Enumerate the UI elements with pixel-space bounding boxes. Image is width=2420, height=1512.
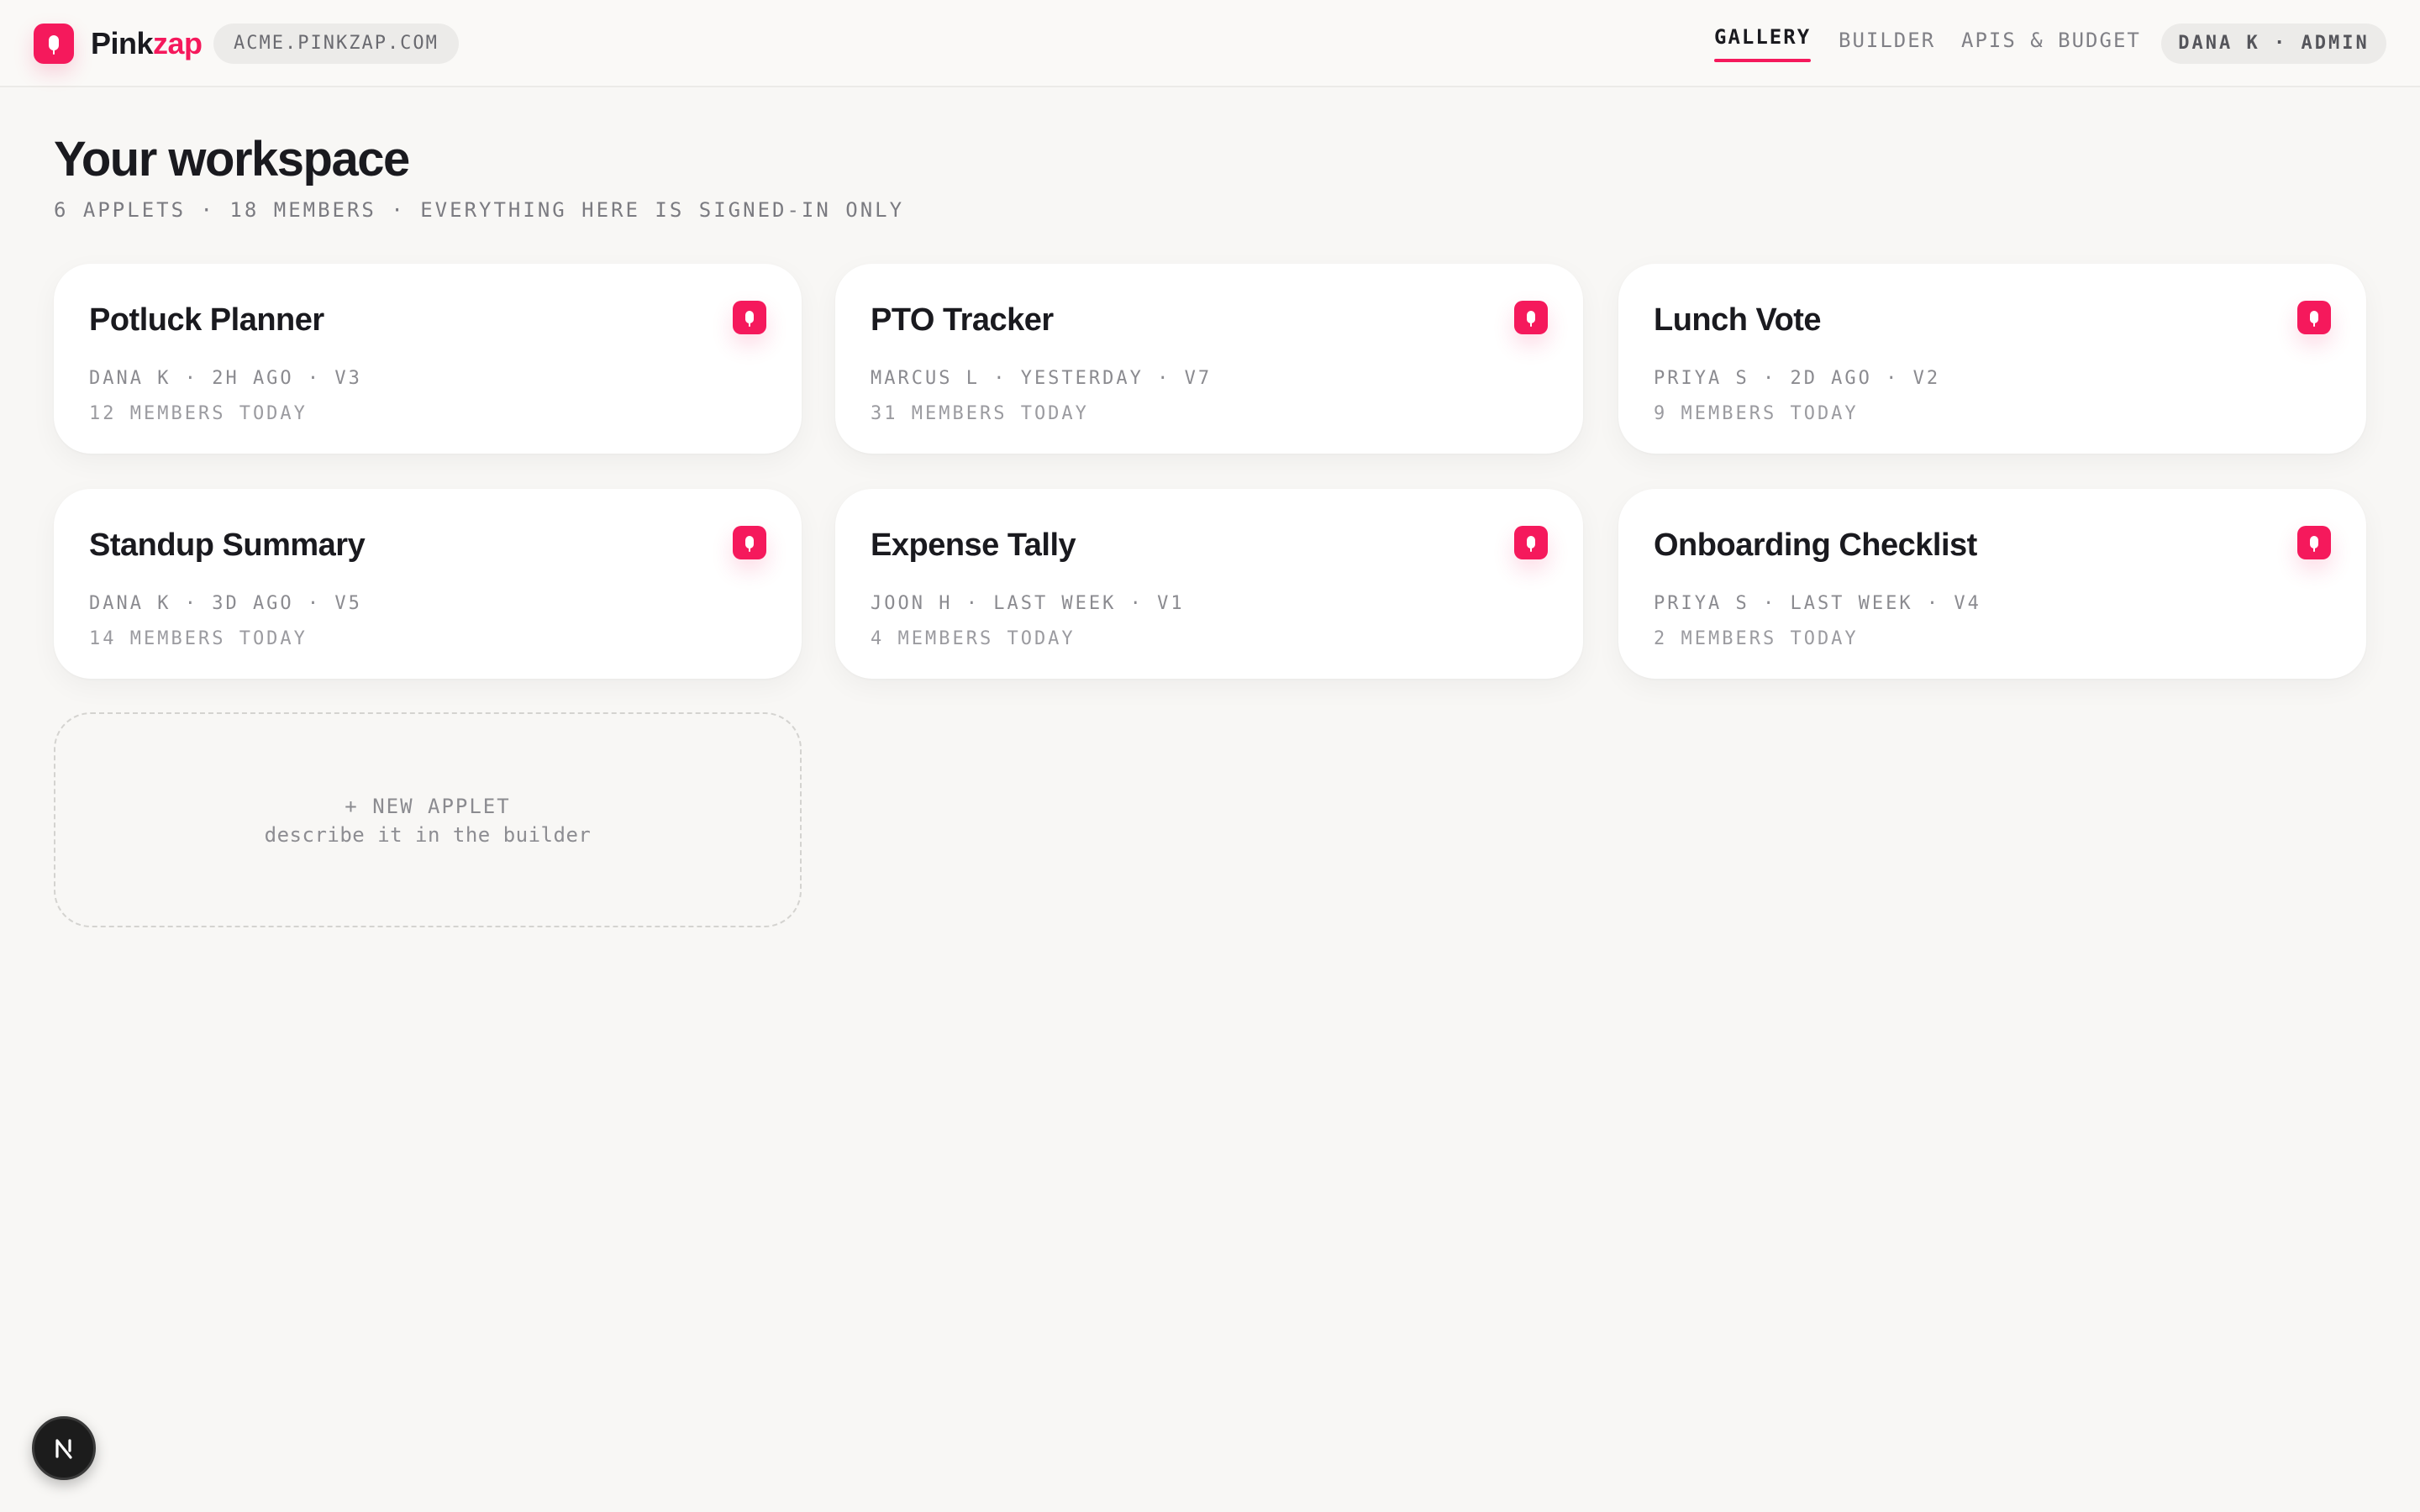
applet-card[interactable]: PTO Tracker MARCUS L · YESTERDAY · V7 31… (835, 264, 1583, 454)
workspace-domain-badge: ACME.PINKZAP.COM (213, 24, 459, 64)
new-applet-button[interactable]: + NEW APPLET describe it in the builder (54, 712, 802, 927)
applet-meta: MARCUS L · YESTERDAY · V7 (871, 368, 1213, 389)
brand-name-part1: Pink (91, 26, 154, 60)
page-title: Your workspace (54, 132, 410, 186)
applet-title: Onboarding Checklist (1654, 528, 1977, 563)
user-menu-badge[interactable]: DANA K · ADMIN (2161, 24, 2386, 64)
applet-icon (2297, 301, 2331, 334)
nav-tab-builder[interactable]: BUILDER (1839, 29, 1935, 66)
applet-card[interactable]: Potluck Planner DANA K · 2H AGO · V3 12 … (54, 264, 802, 454)
brand-name: Pinkzap (91, 26, 203, 61)
applet-title: Potluck Planner (89, 302, 324, 338)
applet-icon (733, 301, 766, 334)
applet-members: 31 MEMBERS TODAY (871, 403, 1089, 424)
top-bar: Pinkzap ACME.PINKZAP.COM GALLERY BUILDER… (0, 0, 2420, 87)
applet-card[interactable]: Expense Tally JOON H · LAST WEEK · V1 4 … (835, 489, 1583, 679)
next-logo-glyph (55, 1439, 72, 1459)
applet-members: 12 MEMBERS TODAY (89, 403, 308, 424)
applet-title: Lunch Vote (1654, 302, 1822, 338)
applet-members: 14 MEMBERS TODAY (89, 628, 308, 649)
applet-members: 9 MEMBERS TODAY (1654, 403, 1859, 424)
applet-meta: DANA K · 2H AGO · V3 (89, 368, 362, 389)
applet-icon (1514, 526, 1548, 559)
applet-card[interactable]: Onboarding Checklist PRIYA S · LAST WEEK… (1618, 489, 2366, 679)
page-subtitle: 6 APPLETS · 18 MEMBERS · EVERYTHING HERE… (54, 198, 905, 222)
applet-members: 2 MEMBERS TODAY (1654, 628, 1859, 649)
applet-title: Standup Summary (89, 528, 366, 563)
applet-icon (733, 526, 766, 559)
new-applet-label: + NEW APPLET (345, 795, 511, 818)
brand-logo[interactable]: Pinkzap (34, 22, 203, 66)
applet-title: Expense Tally (871, 528, 1076, 563)
nav-tab-gallery[interactable]: GALLERY (1714, 25, 1812, 62)
brand-name-part2: zap (153, 26, 203, 60)
nav-tab-gallery-label: GALLERY (1714, 25, 1812, 49)
new-applet-hint: describe it in the builder (264, 823, 592, 847)
applet-icon (1514, 301, 1548, 334)
applet-meta: JOON H · LAST WEEK · V1 (871, 593, 1185, 614)
pinkzap-logo-icon (34, 24, 74, 64)
applet-title: PTO Tracker (871, 302, 1054, 338)
applet-card[interactable]: Lunch Vote PRIYA S · 2D AGO · V2 9 MEMBE… (1618, 264, 2366, 454)
applet-meta: PRIYA S · 2D AGO · V2 (1654, 368, 1941, 389)
applet-card[interactable]: Standup Summary DANA K · 3D AGO · V5 14 … (54, 489, 802, 679)
applet-members: 4 MEMBERS TODAY (871, 628, 1076, 649)
applet-meta: PRIYA S · LAST WEEK · V4 (1654, 593, 1981, 614)
applet-icon (2297, 526, 2331, 559)
applet-meta: DANA K · 3D AGO · V5 (89, 593, 362, 614)
active-tab-indicator (1714, 59, 1812, 62)
next-logo-icon[interactable] (32, 1416, 96, 1480)
nav-tab-apis-budget[interactable]: APIS & BUDGET (1961, 29, 2141, 66)
